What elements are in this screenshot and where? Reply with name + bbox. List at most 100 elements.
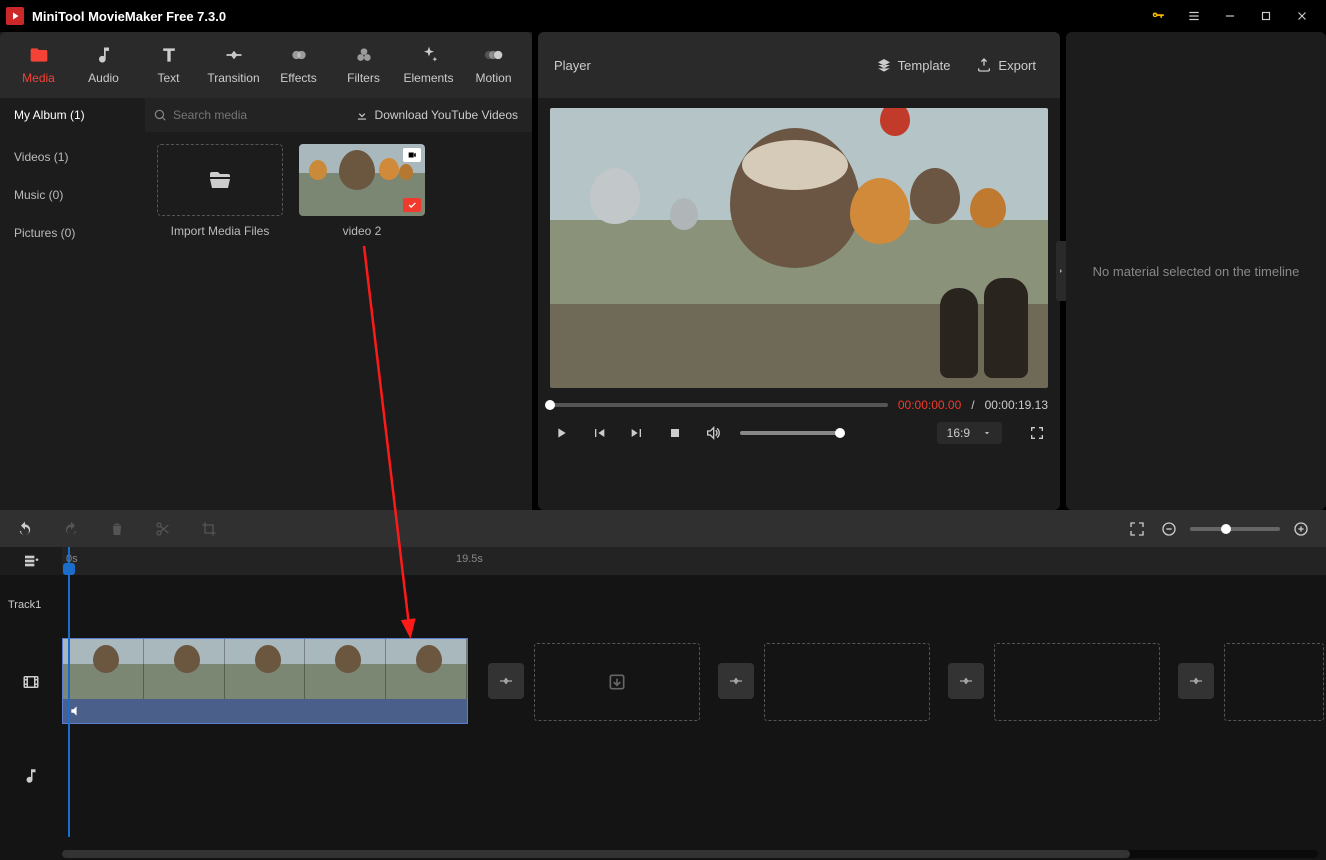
zoom-in-button[interactable] — [1290, 518, 1312, 540]
nav-transition-label: Transition — [207, 71, 259, 85]
search-icon — [153, 108, 167, 122]
transition-slot-4[interactable] — [1178, 663, 1214, 699]
import-media-label: Import Media Files — [171, 224, 270, 238]
media-clip-video2[interactable]: video 2 — [299, 144, 425, 238]
aspect-ratio-dropdown[interactable]: 16:9 — [937, 422, 1002, 444]
timecode-separator: / — [971, 398, 974, 412]
properties-panel: No material selected on the timeline — [1066, 32, 1326, 510]
folder-icon — [29, 45, 49, 65]
nav-text[interactable]: Text — [136, 32, 201, 98]
download-youtube-button[interactable]: Download YouTube Videos — [341, 98, 532, 132]
player-preview — [550, 108, 1048, 388]
undo-button[interactable] — [14, 518, 36, 540]
playhead[interactable] — [68, 547, 70, 837]
audio-track-icon — [0, 767, 62, 785]
zoom-out-button[interactable] — [1158, 518, 1180, 540]
expand-properties-button[interactable] — [1056, 241, 1066, 301]
redo-button[interactable] — [60, 518, 82, 540]
sidebar-item-music[interactable]: Music (0) — [0, 176, 145, 214]
drop-slot-2[interactable] — [764, 643, 930, 721]
track-manager-button[interactable] — [0, 547, 62, 575]
timeline-ruler[interactable]: 0s 19.5s — [62, 547, 1326, 575]
ruler-tick-1: 19.5s — [456, 553, 483, 565]
nav-effects[interactable]: Effects — [266, 32, 331, 98]
export-label: Export — [998, 58, 1036, 73]
drop-slot-1[interactable] — [534, 643, 700, 721]
properties-empty-label: No material selected on the timeline — [1093, 264, 1300, 279]
folder-open-icon — [208, 168, 232, 192]
close-button[interactable] — [1284, 0, 1320, 32]
search-input[interactable] — [173, 108, 333, 122]
play-button[interactable] — [550, 422, 572, 444]
prev-frame-button[interactable] — [588, 422, 610, 444]
import-media-card[interactable]: Import Media Files — [157, 144, 283, 238]
video-type-icon — [403, 148, 421, 162]
transition-slot-2[interactable] — [718, 663, 754, 699]
nav-filters[interactable]: Filters — [331, 32, 396, 98]
template-label: Template — [898, 58, 951, 73]
aspect-ratio-value: 16:9 — [947, 426, 970, 440]
effects-icon — [289, 45, 309, 65]
timeline-scrollbar[interactable] — [62, 850, 1318, 858]
nav-text-label: Text — [157, 71, 179, 85]
split-button[interactable] — [152, 518, 174, 540]
nav-audio[interactable]: Audio — [71, 32, 136, 98]
volume-icon[interactable] — [702, 422, 724, 444]
delete-button[interactable] — [106, 518, 128, 540]
menu-icon[interactable] — [1176, 0, 1212, 32]
chevron-down-icon — [982, 428, 992, 438]
drop-slot-3[interactable] — [994, 643, 1160, 721]
nav-audio-label: Audio — [88, 71, 119, 85]
text-icon — [159, 45, 179, 65]
fit-zoom-button[interactable] — [1126, 518, 1148, 540]
maximize-button[interactable] — [1248, 0, 1284, 32]
drop-slot-4[interactable] — [1224, 643, 1324, 721]
motion-icon — [484, 45, 504, 65]
album-tab[interactable]: My Album (1) — [0, 98, 145, 132]
app-logo — [6, 7, 24, 25]
media-clip-label: video 2 — [343, 224, 382, 238]
timeline-clip-video2[interactable] — [62, 638, 468, 724]
license-key-icon[interactable] — [1140, 0, 1176, 32]
transition-icon — [224, 45, 244, 65]
music-note-icon — [94, 45, 114, 65]
download-youtube-label: Download YouTube Videos — [375, 108, 518, 122]
volume-slider[interactable] — [740, 431, 840, 435]
app-title: MiniTool MovieMaker Free 7.3.0 — [32, 9, 226, 24]
track1-label: Track1 — [0, 599, 62, 611]
transition-slot-1[interactable] — [488, 663, 524, 699]
fullscreen-button[interactable] — [1026, 422, 1048, 444]
sidebar-item-pictures[interactable]: Pictures (0) — [0, 214, 145, 252]
zoom-slider[interactable] — [1190, 527, 1280, 531]
nav-motion[interactable]: Motion — [461, 32, 526, 98]
next-frame-button[interactable] — [626, 422, 648, 444]
sparkle-icon — [419, 45, 439, 65]
nav-media[interactable]: Media — [6, 32, 71, 98]
nav-motion-label: Motion — [475, 71, 511, 85]
clip-audio-icon — [63, 699, 467, 723]
export-button[interactable]: Export — [968, 53, 1044, 77]
nav-transition[interactable]: Transition — [201, 32, 266, 98]
nav-elements-label: Elements — [403, 71, 453, 85]
nav-media-label: Media — [22, 71, 55, 85]
sidebar-item-videos[interactable]: Videos (1) — [0, 138, 145, 176]
nav-filters-label: Filters — [347, 71, 380, 85]
video-track-icon — [0, 673, 62, 691]
player-title: Player — [554, 58, 858, 73]
timecode-duration: 00:00:19.13 — [985, 398, 1048, 412]
nav-effects-label: Effects — [280, 71, 316, 85]
used-check-icon — [403, 198, 421, 212]
minimize-button[interactable] — [1212, 0, 1248, 32]
timecode-current: 00:00:00.00 — [898, 398, 961, 412]
template-button[interactable]: Template — [868, 53, 959, 77]
nav-elements[interactable]: Elements — [396, 32, 461, 98]
export-icon — [976, 57, 992, 73]
layers-icon — [876, 57, 892, 73]
media-thumbnail — [299, 144, 425, 216]
seek-slider[interactable] — [550, 403, 888, 407]
stop-button[interactable] — [664, 422, 686, 444]
filters-icon — [354, 45, 374, 65]
transition-slot-3[interactable] — [948, 663, 984, 699]
download-icon — [355, 108, 369, 122]
crop-button[interactable] — [198, 518, 220, 540]
